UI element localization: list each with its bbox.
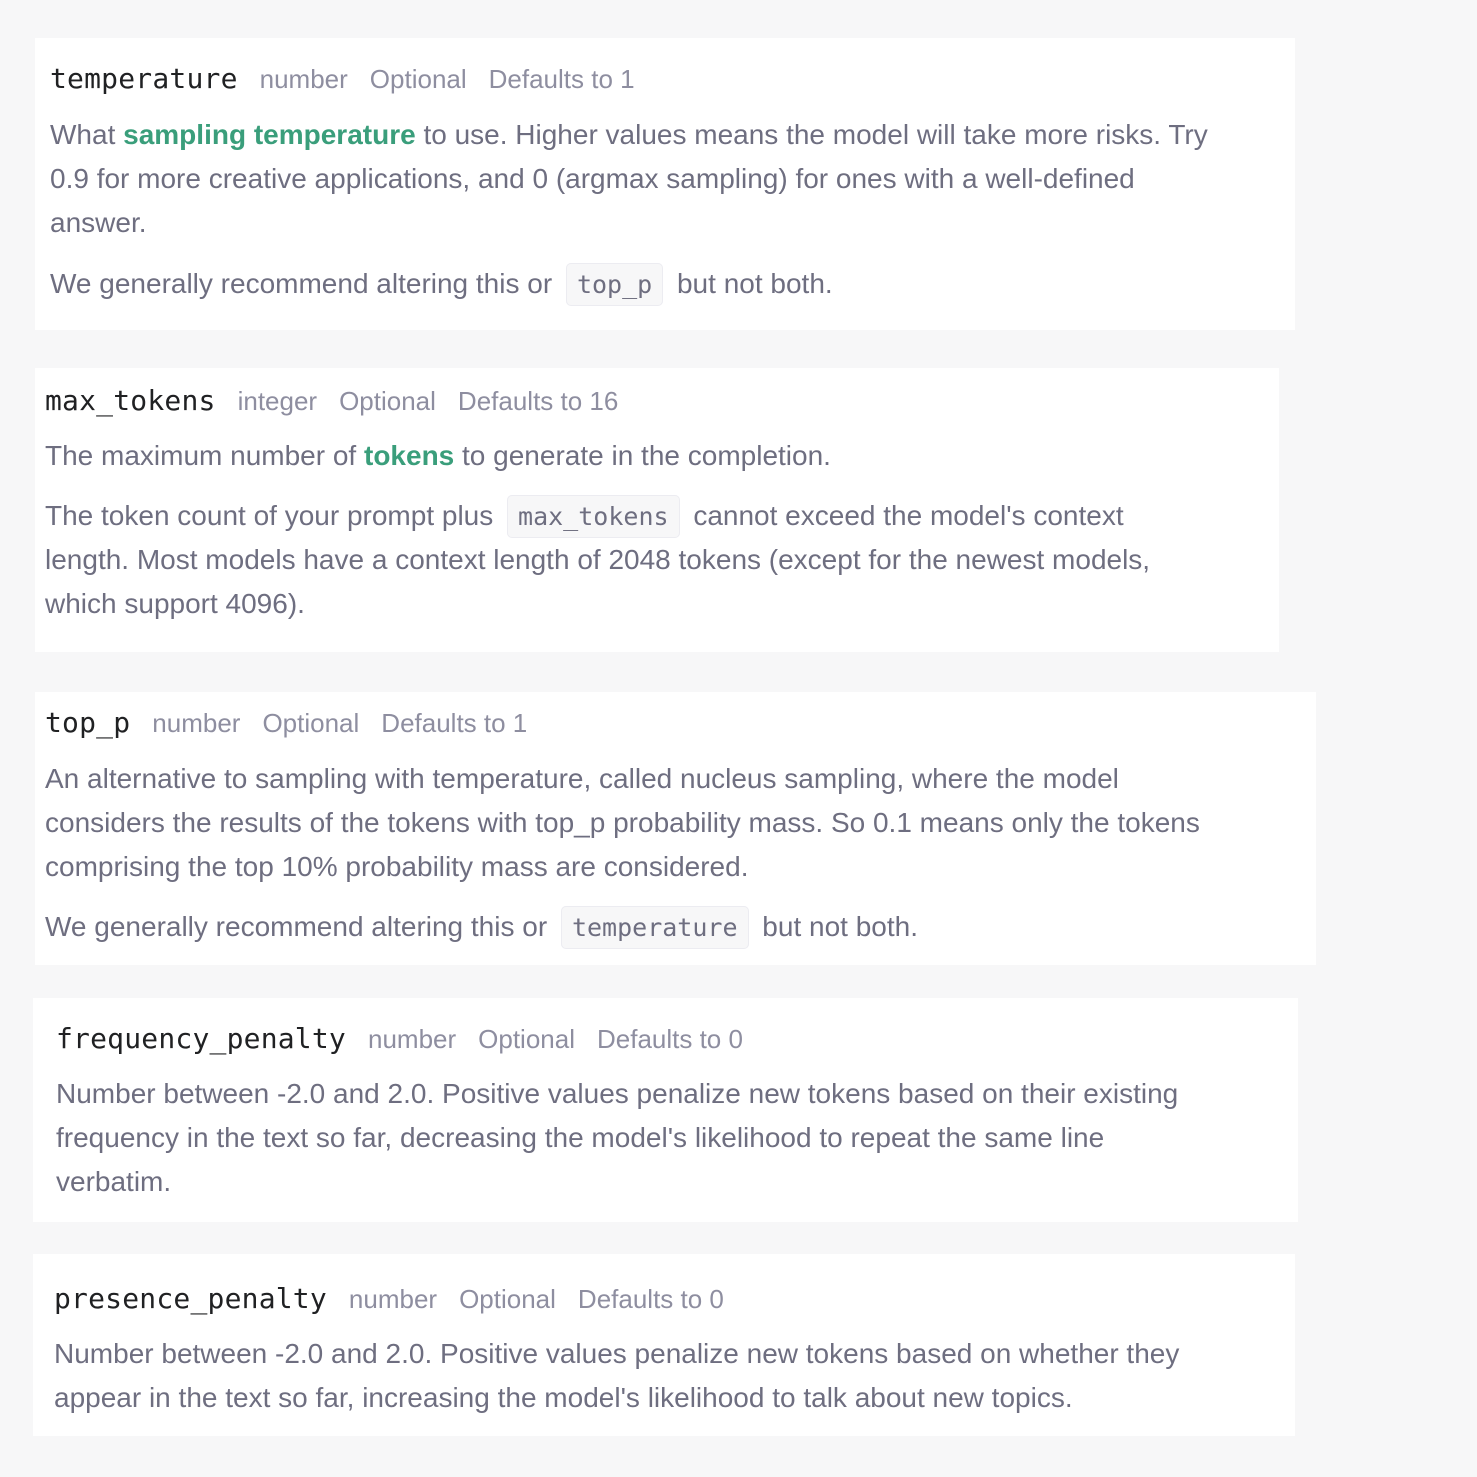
param-max-tokens: max_tokens integer Optional Defaults to …: [35, 368, 1279, 652]
param-default: Defaults to 0: [577, 1284, 724, 1314]
param-optional: Optional: [478, 1024, 575, 1054]
tokens-link[interactable]: tokens: [364, 440, 454, 471]
param-optional: Optional: [369, 64, 467, 94]
param-temperature: temperature number Optional Defaults to …: [35, 38, 1295, 330]
param-type: number: [152, 708, 241, 738]
param-presence-penalty: presence_penalty number Optional Default…: [33, 1254, 1295, 1436]
inline-code-max-tokens: max_tokens: [507, 495, 680, 538]
param-header: presence_penalty number Optional Default…: [54, 1282, 746, 1315]
param-description: An alternative to sampling with temperat…: [45, 763, 1200, 882]
param-optional: Optional: [459, 1284, 556, 1314]
sampling-temperature-link[interactable]: sampling temperature: [123, 119, 416, 150]
param-default: Defaults to 16: [457, 386, 619, 416]
param-default: Defaults to 0: [596, 1024, 743, 1054]
param-type: number: [259, 64, 348, 94]
param-description: The maximum number of tokens to generate…: [45, 440, 831, 471]
param-header: max_tokens integer Optional Defaults to …: [45, 384, 640, 417]
param-description: Number between -2.0 and 2.0. Positive va…: [56, 1078, 1179, 1197]
param-name: presence_penalty: [54, 1282, 327, 1315]
param-description: Number between -2.0 and 2.0. Positive va…: [54, 1338, 1180, 1413]
param-optional: Optional: [339, 386, 436, 416]
param-header: temperature number Optional Defaults to …: [50, 62, 657, 95]
param-note: We generally recommend altering this or …: [45, 905, 918, 950]
param-default: Defaults to 1: [488, 64, 635, 94]
param-frequency-penalty: frequency_penalty number Optional Defaul…: [33, 998, 1298, 1222]
param-name: temperature: [50, 62, 238, 95]
param-type: number: [367, 1024, 457, 1054]
param-name: top_p: [45, 706, 131, 739]
param-name: frequency_penalty: [56, 1022, 346, 1055]
inline-code-temperature: temperature: [560, 906, 749, 949]
param-default: Defaults to 1: [381, 708, 528, 738]
param-optional: Optional: [262, 708, 360, 738]
param-note: We generally recommend altering this or …: [50, 262, 833, 307]
param-type: number: [348, 1284, 438, 1314]
param-type: integer: [237, 386, 318, 416]
param-header: frequency_penalty number Optional Defaul…: [56, 1022, 765, 1055]
param-name: max_tokens: [45, 384, 216, 417]
inline-code-top-p: top_p: [565, 263, 664, 306]
param-top-p: top_p number Optional Defaults to 1 An a…: [35, 692, 1316, 965]
param-description: What sampling temperature to use. Higher…: [50, 119, 1208, 238]
param-note: The token count of your prompt plus max_…: [45, 494, 1150, 626]
param-header: top_p number Optional Defaults to 1: [45, 706, 549, 739]
